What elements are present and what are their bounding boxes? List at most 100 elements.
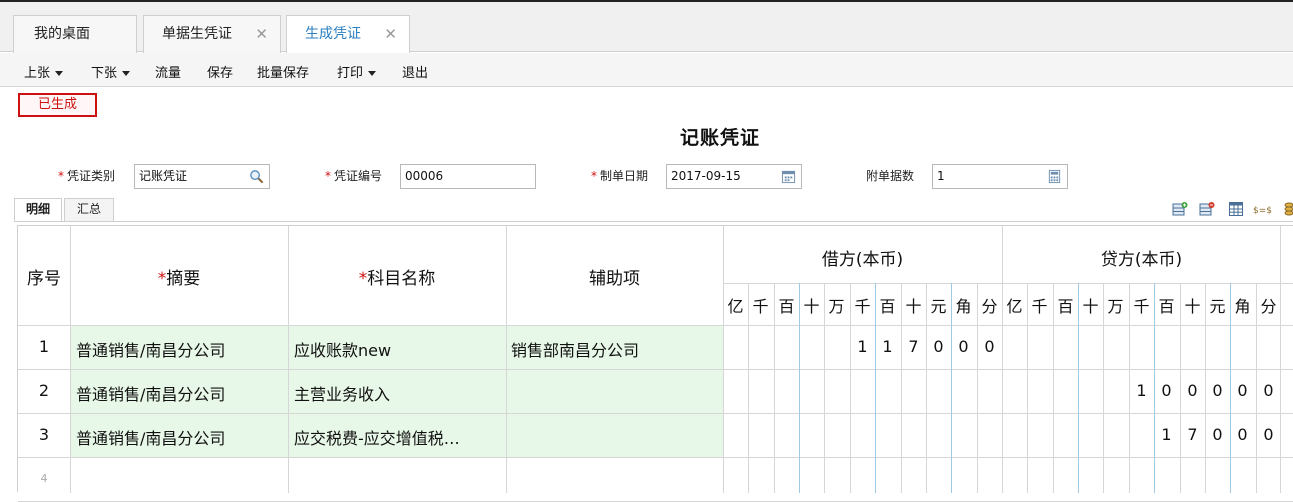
delete-row-icon[interactable] <box>1199 201 1215 217</box>
digit-unit-label: 千 <box>854 297 871 316</box>
required-mark: * <box>325 169 331 183</box>
cell-credit-digit: 0 <box>1187 381 1198 400</box>
category-label-text: 凭证类别 <box>67 169 116 183</box>
header-debit: 借方(本币) <box>821 250 904 270</box>
required-mark: * <box>591 169 597 183</box>
digit-unit-label: 千 <box>1133 297 1150 316</box>
date-value: 2017-09-15 <box>671 169 741 183</box>
header-summary-text: 摘要 <box>166 269 201 289</box>
cell-seq: 1 <box>38 337 50 356</box>
cell-credit-digit: 0 <box>1237 381 1248 400</box>
cell-account: 应收账款new <box>294 341 392 360</box>
tab-generate-voucher[interactable]: 生成凭证 ✕ <box>286 15 410 54</box>
cell-seq: 3 <box>38 425 50 444</box>
prev-button[interactable]: 上张 <box>24 62 64 81</box>
digit-unit-label: 亿 <box>727 297 744 316</box>
prev-label: 上张 <box>24 66 51 81</box>
status-badge: 已生成 <box>18 93 97 117</box>
cell-seq: 4 <box>40 472 48 485</box>
cell-account: 应交税费-应交增值税… <box>294 429 460 448</box>
header-credit: 贷方(本币) <box>1100 250 1183 270</box>
print-button[interactable]: 打印 <box>337 62 377 81</box>
attachments-value: 1 <box>937 169 945 183</box>
digit-unit-label: 十 <box>1184 297 1201 316</box>
tab-desktop[interactable]: 我的桌面 <box>13 15 137 53</box>
category-label: * 凭证类别 <box>58 167 115 184</box>
header-summary: *摘要 <box>70 264 288 289</box>
date-label: * 制单日期 <box>591 167 648 184</box>
required-mark: * <box>358 269 368 289</box>
cell-credit-digit: 0 <box>1263 381 1274 400</box>
required-mark: * <box>58 169 64 183</box>
header-aux: 辅助项 <box>589 269 640 289</box>
digit-unit-label: 分 <box>981 297 998 316</box>
cell-credit-digit: 1 <box>1161 425 1172 444</box>
digit-unit-label: 百 <box>1158 297 1175 316</box>
close-icon[interactable]: ✕ <box>384 16 397 52</box>
exit-button[interactable]: 退出 <box>402 62 428 81</box>
digit-unit-label: 角 <box>1234 297 1251 316</box>
digit-unit-label: 千 <box>752 297 769 316</box>
cell-debit-digit: 7 <box>908 337 919 356</box>
next-label: 下张 <box>91 66 118 81</box>
cell-credit-digit: 0 <box>1237 425 1248 444</box>
attachments-field[interactable]: 1 <box>932 164 1068 189</box>
digit-unit-label: 十 <box>905 297 922 316</box>
insert-row-icon[interactable] <box>1172 201 1188 217</box>
cell-debit-digit: 0 <box>984 337 995 356</box>
header-account: *科目名称 <box>288 264 506 289</box>
table-icon[interactable] <box>1228 201 1244 217</box>
category-field[interactable]: 记账凭证 <box>134 164 270 189</box>
digit-unit-label: 元 <box>1209 297 1226 316</box>
digit-unit-label: 百 <box>1057 297 1074 316</box>
divider <box>723 283 1293 284</box>
chevron-down-icon <box>122 71 131 76</box>
cell-credit-digit: 1 <box>1136 381 1147 400</box>
tab-label: 我的桌面 <box>34 26 90 42</box>
search-icon[interactable] <box>249 169 264 184</box>
digit-unit-label: 亿 <box>1006 297 1023 316</box>
cell-debit-digit: 1 <box>882 337 893 356</box>
digit-unit-label: 千 <box>1031 297 1048 316</box>
date-field[interactable]: 2017-09-15 <box>666 164 802 189</box>
calculator-icon[interactable] <box>1047 169 1062 184</box>
number-value: 00006 <box>405 169 444 183</box>
cell-debit-digit: 0 <box>958 337 969 356</box>
flow-button[interactable]: 流量 <box>155 62 181 81</box>
next-button[interactable]: 下张 <box>91 62 131 81</box>
header-seq: 序号 <box>27 269 61 289</box>
table-row[interactable]: 1 普通销售/南昌分公司 应收账款new 销售部南昌分公司 1 1 7 0 0 0 <box>18 325 1293 369</box>
cell-credit-digit: 0 <box>1161 381 1172 400</box>
digit-unit-label: 十 <box>1082 297 1099 316</box>
cell-seq: 2 <box>38 381 50 400</box>
cell-aux: 销售部南昌分公司 <box>511 341 640 360</box>
digit-unit-label: 百 <box>778 297 795 316</box>
digit-unit-label: 万 <box>1107 297 1124 316</box>
digit-unit-label: 十 <box>803 297 820 316</box>
voucher-table: 序号 *摘要 *科目名称 辅助项 借方(本币) 贷方(本币) 亿千百十万千百十元… <box>17 225 1293 502</box>
table-row[interactable]: 3 普通销售/南昌分公司 应交税费-应交增值税… 1 7 0 0 0 <box>18 413 1293 457</box>
date-label-text: 制单日期 <box>600 169 649 183</box>
cell-account: 主营业务收入 <box>294 385 391 404</box>
cell-credit-digit: 0 <box>1212 381 1223 400</box>
attachments-label-text: 附单据数 <box>866 169 915 183</box>
number-field[interactable]: 00006 <box>400 164 536 189</box>
batch-save-button[interactable]: 批量保存 <box>257 62 309 81</box>
required-mark: * <box>157 269 167 289</box>
toolbar: 上张 下张 流量 保存 批量保存 打印 退出 <box>0 53 1293 87</box>
close-icon[interactable]: ✕ <box>255 16 268 52</box>
table-row[interactable]: 2 普通销售/南昌分公司 主营业务收入 1 0 0 0 0 0 <box>18 369 1293 413</box>
table-row[interactable]: 4 <box>18 457 1293 501</box>
cell-summary: 普通销售/南昌分公司 <box>76 341 226 360</box>
header-account-text: 科目名称 <box>367 269 436 289</box>
currency-convert-icon[interactable]: $=$ <box>1253 201 1277 217</box>
calendar-icon[interactable] <box>781 169 796 184</box>
coin-icon[interactable] <box>1281 201 1293 217</box>
tab-detail[interactable]: 明细 <box>14 198 62 221</box>
save-button[interactable]: 保存 <box>207 62 233 81</box>
chevron-down-icon <box>368 71 377 76</box>
number-label-text: 凭证编号 <box>334 169 383 183</box>
digit-unit-label: 万 <box>828 297 845 316</box>
tab-summary[interactable]: 汇总 <box>64 198 114 221</box>
tab-doc-to-voucher[interactable]: 单据生凭证 ✕ <box>143 15 281 53</box>
